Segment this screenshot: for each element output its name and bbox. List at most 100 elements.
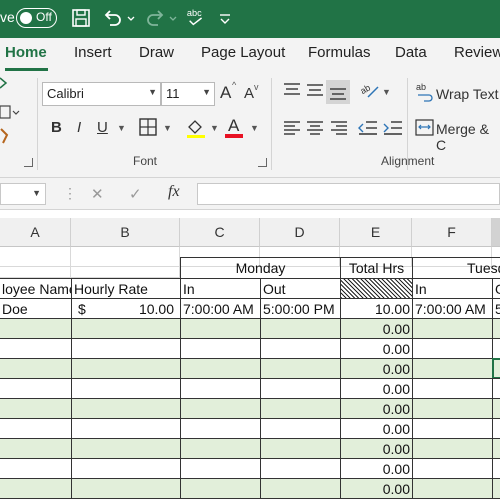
name-box[interactable]: ▼ xyxy=(0,183,46,205)
wrap-text-button[interactable]: Wrap Text xyxy=(436,86,499,102)
merge-center-icon[interactable] xyxy=(415,119,435,137)
cell[interactable] xyxy=(0,438,72,459)
cell[interactable] xyxy=(492,418,500,439)
cell[interactable] xyxy=(180,398,261,419)
cell[interactable] xyxy=(260,378,341,399)
cell[interactable] xyxy=(0,398,72,419)
copy-icon[interactable] xyxy=(0,102,20,122)
grow-font-button[interactable]: A xyxy=(220,83,231,103)
cell[interactable] xyxy=(412,338,493,359)
increase-indent-icon[interactable] xyxy=(383,120,403,136)
cell[interactable] xyxy=(180,378,261,399)
drag-handle-icon[interactable]: ⋮ xyxy=(63,185,77,202)
total-hrs-cell[interactable]: 0.00 xyxy=(340,358,413,379)
tuesday-in-cell[interactable]: 7:00:00 AM xyxy=(412,298,493,319)
cell[interactable] xyxy=(412,418,493,439)
monday-out-cell[interactable]: 5:00:00 PM xyxy=(260,298,341,319)
orientation-dropdown-icon[interactable]: ▼ xyxy=(382,87,391,97)
in-header[interactable]: In xyxy=(180,278,261,299)
font-color-dropdown-icon[interactable]: ▼ xyxy=(250,123,259,133)
cell[interactable] xyxy=(412,358,493,379)
font-name-select[interactable]: Calibri ▼ xyxy=(42,82,161,106)
cell[interactable] xyxy=(71,458,181,479)
tab-review[interactable]: Review xyxy=(454,44,500,61)
total-hrs-cell[interactable]: 0.00 xyxy=(340,338,413,359)
tab-formulas[interactable]: Formulas xyxy=(308,44,371,61)
total-hrs-cell[interactable]: 10.00 xyxy=(340,298,413,319)
column-header-e[interactable]: E xyxy=(340,218,412,247)
cell[interactable] xyxy=(71,257,180,278)
enter-entry-icon[interactable]: ✓ xyxy=(129,185,142,203)
redo-dropdown-icon[interactable] xyxy=(168,7,178,29)
cell[interactable] xyxy=(492,338,500,359)
cell[interactable] xyxy=(492,438,500,459)
cell[interactable] xyxy=(71,318,181,339)
monday-header[interactable]: Monday xyxy=(180,257,341,279)
underline-dropdown-icon[interactable]: ▼ xyxy=(117,123,126,133)
cell[interactable] xyxy=(71,338,181,359)
tuesday-header[interactable]: Tuesd xyxy=(412,257,500,279)
cell[interactable] xyxy=(260,438,341,459)
spreadsheet-grid[interactable]: A B C D E F Monday Total Hrs Tuesd loyee… xyxy=(0,210,500,500)
cell[interactable] xyxy=(492,398,500,419)
cell[interactable] xyxy=(412,458,493,479)
hourly-rate-cell[interactable]: $ 10.00 xyxy=(71,298,181,319)
cell[interactable] xyxy=(412,378,493,399)
tab-page-layout[interactable]: Page Layout xyxy=(201,44,285,61)
cell[interactable] xyxy=(0,358,72,379)
cell[interactable] xyxy=(492,478,500,499)
italic-button[interactable]: I xyxy=(77,119,81,136)
column-header-f[interactable]: F xyxy=(412,218,492,247)
cell[interactable] xyxy=(492,458,500,479)
hatched-cell[interactable] xyxy=(340,278,413,299)
underline-button[interactable]: U xyxy=(97,119,108,136)
formula-input[interactable] xyxy=(197,183,500,205)
total-hrs-cell[interactable]: 0.00 xyxy=(340,478,413,499)
cell[interactable] xyxy=(0,478,72,499)
tue-in-header[interactable]: In xyxy=(412,278,493,299)
selected-cell[interactable] xyxy=(492,358,500,379)
cell[interactable] xyxy=(180,478,261,499)
cell[interactable] xyxy=(412,438,493,459)
hourly-rate-header[interactable]: Hourly Rate xyxy=(71,278,181,299)
fill-color-icon[interactable] xyxy=(185,117,207,139)
borders-icon[interactable] xyxy=(139,118,158,137)
column-header-a[interactable]: A xyxy=(0,218,71,247)
cell[interactable] xyxy=(260,478,341,499)
cell[interactable] xyxy=(0,418,72,439)
font-color-button[interactable]: A xyxy=(228,116,239,136)
undo-icon[interactable] xyxy=(101,7,125,29)
column-header-g[interactable] xyxy=(492,218,500,247)
align-middle-icon[interactable] xyxy=(306,82,324,98)
font-size-select[interactable]: 11 ▼ xyxy=(161,82,215,106)
cell[interactable] xyxy=(0,257,71,278)
autosave-toggle[interactable]: Off xyxy=(16,8,57,28)
cell[interactable] xyxy=(0,458,72,479)
spelling-icon[interactable]: abc xyxy=(184,7,210,29)
cell[interactable] xyxy=(492,378,500,399)
align-top-icon[interactable] xyxy=(283,82,301,98)
total-hrs-cell[interactable]: 0.00 xyxy=(340,318,413,339)
cell[interactable] xyxy=(71,378,181,399)
cell[interactable] xyxy=(180,418,261,439)
total-hrs-cell[interactable]: 0.00 xyxy=(340,398,413,419)
insert-function-icon[interactable]: fx xyxy=(168,183,180,201)
align-left-icon[interactable] xyxy=(283,120,301,136)
cell[interactable] xyxy=(180,458,261,479)
cell[interactable] xyxy=(0,338,72,359)
tab-insert[interactable]: Insert xyxy=(74,44,112,61)
align-bottom-button[interactable] xyxy=(326,80,350,104)
total-hrs-cell[interactable]: 0.00 xyxy=(340,458,413,479)
cell[interactable] xyxy=(71,438,181,459)
tue-out-header[interactable]: O xyxy=(492,278,500,299)
cell[interactable] xyxy=(71,398,181,419)
cell[interactable] xyxy=(260,458,341,479)
cell[interactable] xyxy=(412,398,493,419)
cell[interactable] xyxy=(180,338,261,359)
total-hrs-cell[interactable]: 0.00 xyxy=(340,438,413,459)
align-right-icon[interactable] xyxy=(330,120,348,136)
paste-icon[interactable] xyxy=(0,76,8,90)
fill-color-dropdown-icon[interactable]: ▼ xyxy=(210,123,219,133)
total-hrs-cell[interactable]: 0.00 xyxy=(340,418,413,439)
customize-toolbar-icon[interactable] xyxy=(218,7,232,29)
